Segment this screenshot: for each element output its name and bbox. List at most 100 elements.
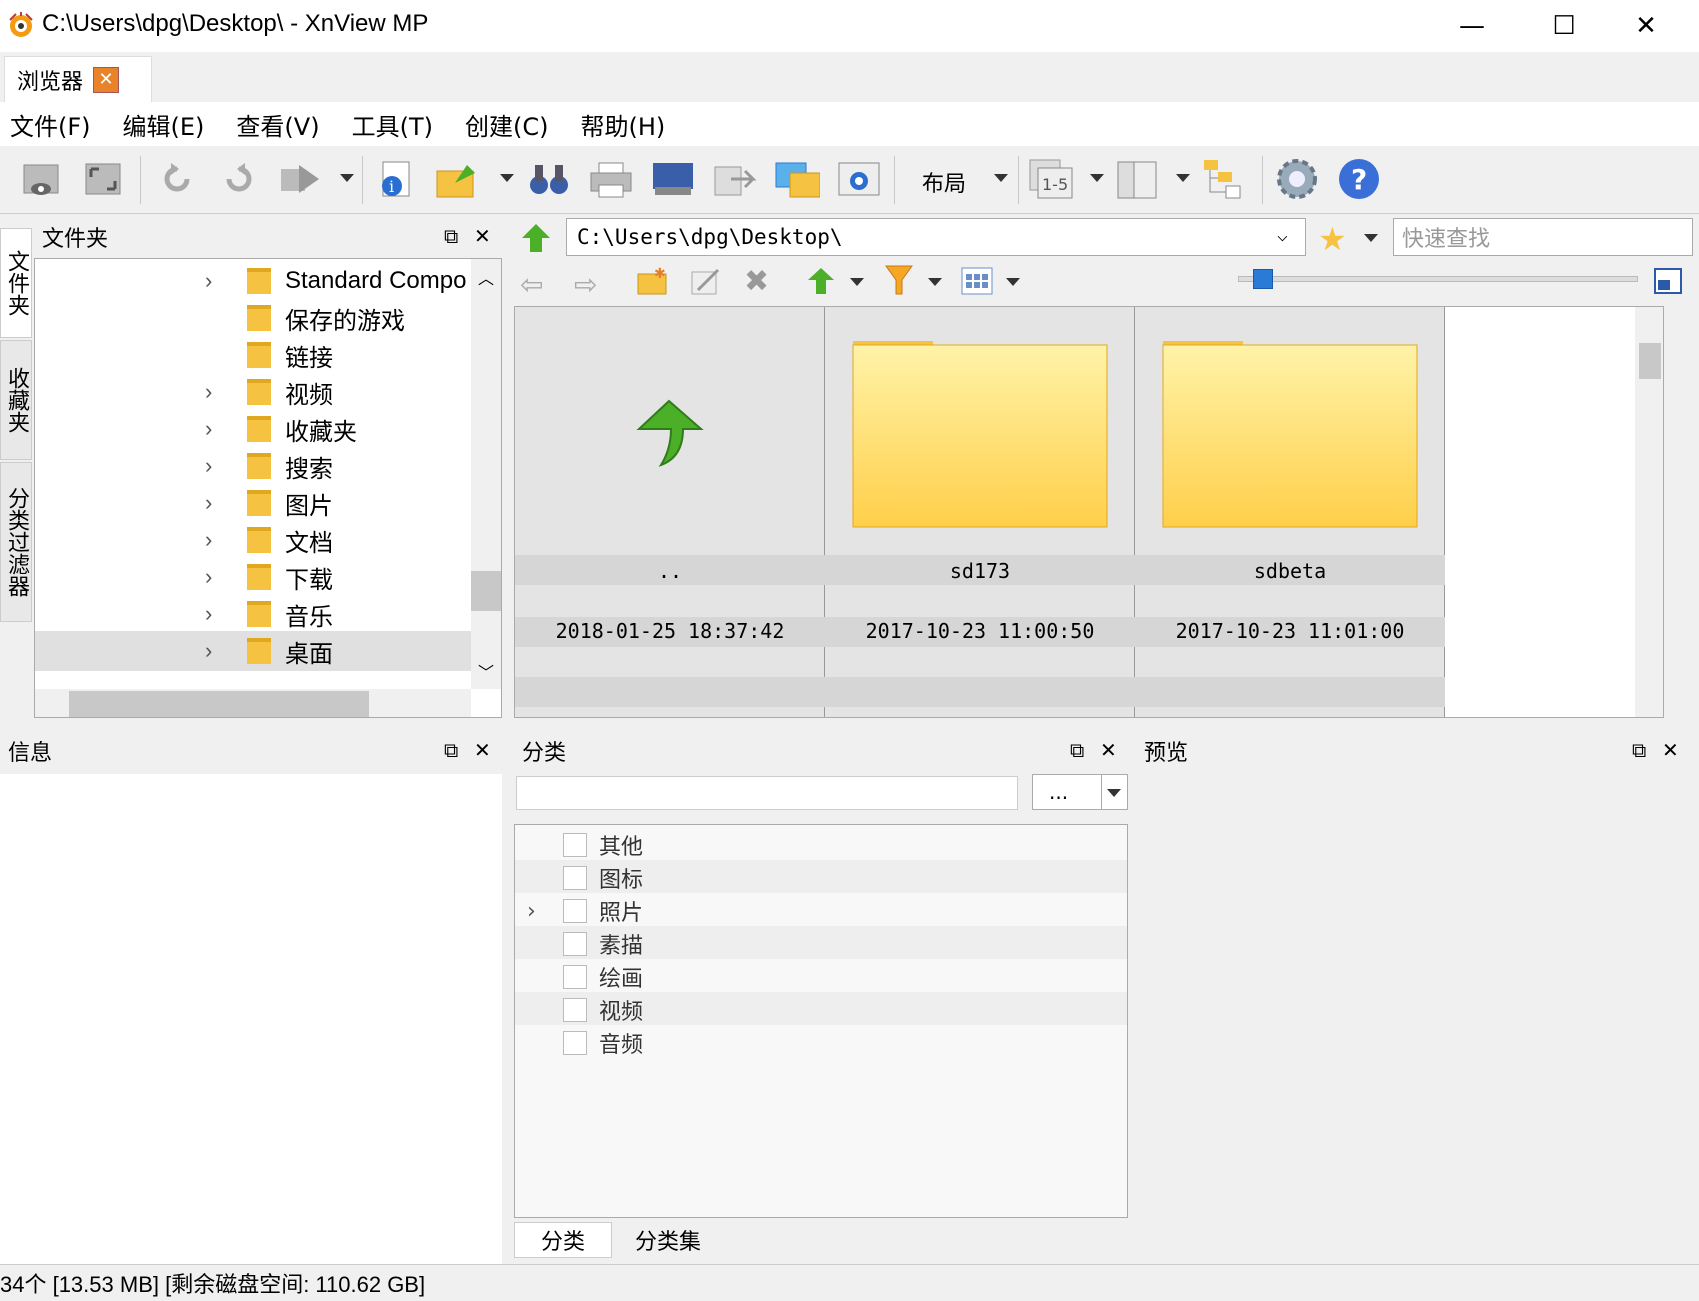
- export-icon[interactable]: [712, 156, 758, 202]
- float-icon[interactable]: ⧉: [444, 738, 458, 762]
- go-up-icon[interactable]: [518, 222, 554, 254]
- menu-help[interactable]: 帮助(H): [580, 107, 665, 142]
- maximize-button[interactable]: ☐: [1518, 0, 1610, 52]
- print-icon[interactable]: [588, 156, 634, 202]
- chevron-right-icon[interactable]: ›: [205, 527, 212, 553]
- favorite-dropdown-icon[interactable]: [1364, 234, 1378, 242]
- menu-view[interactable]: 查看(V): [236, 107, 319, 142]
- transform-icon[interactable]: [278, 156, 324, 202]
- fullscreen-icon[interactable]: [80, 156, 126, 202]
- favorite-star-icon[interactable]: ★: [1318, 220, 1347, 258]
- back-icon[interactable]: ⇦: [520, 268, 543, 301]
- thumbnail-pane[interactable]: .. 2018-01-25 18:37:42 sd173 2017-10-23 …: [514, 306, 1664, 718]
- batch-rename-dropdown-icon[interactable]: [1090, 174, 1104, 182]
- category-checkbox[interactable]: [563, 866, 587, 890]
- binoculars-icon[interactable]: [526, 156, 572, 202]
- category-checkbox[interactable]: [563, 833, 587, 857]
- tree-item[interactable]: › 视频: [35, 372, 475, 412]
- tab-categories[interactable]: 分类: [514, 1222, 612, 1258]
- tree-item[interactable]: › 图片: [35, 483, 475, 523]
- thumbnail-item[interactable]: sd173 2017-10-23 11:00:50: [825, 307, 1135, 717]
- chevron-right-icon[interactable]: ›: [205, 268, 212, 294]
- menu-create[interactable]: 创建(C): [465, 107, 548, 142]
- book-icon[interactable]: [1114, 156, 1160, 202]
- category-checkbox[interactable]: [563, 998, 587, 1022]
- panel-close-icon[interactable]: ✕: [1100, 738, 1117, 762]
- tree-item[interactable]: 链接: [35, 335, 475, 375]
- zoom-slider[interactable]: [1238, 269, 1638, 289]
- transform-dropdown-icon[interactable]: [340, 174, 354, 182]
- category-row[interactable]: 素描: [515, 926, 1127, 962]
- scanner-icon[interactable]: [650, 156, 696, 202]
- settings-icon[interactable]: [1274, 156, 1320, 202]
- layout-dropdown-icon[interactable]: [994, 174, 1008, 182]
- tree-item[interactable]: › 下载: [35, 557, 475, 597]
- address-bar[interactable]: C:\Users\dpg\Desktop\ ⌵: [566, 218, 1306, 256]
- tree-item[interactable]: › 音乐: [35, 594, 475, 634]
- address-dropdown-icon[interactable]: ⌵: [1277, 225, 1288, 246]
- tab-category-sets[interactable]: 分类集: [612, 1222, 724, 1258]
- chevron-right-icon[interactable]: ›: [205, 564, 212, 590]
- book-dropdown-icon[interactable]: [1176, 174, 1190, 182]
- help-icon[interactable]: ?: [1336, 156, 1382, 202]
- category-row[interactable]: 其他: [515, 827, 1127, 863]
- info-icon[interactable]: i: [372, 156, 418, 202]
- tree-item[interactable]: › 文档: [35, 520, 475, 560]
- chevron-right-icon[interactable]: ›: [205, 490, 212, 516]
- thumbnail-item[interactable]: .. 2018-01-25 18:37:42: [515, 307, 825, 717]
- filter-dropdown-icon[interactable]: [928, 278, 942, 286]
- category-row[interactable]: 视频: [515, 992, 1127, 1028]
- panel-close-icon[interactable]: ✕: [1662, 738, 1679, 762]
- float-icon[interactable]: ⧉: [1632, 738, 1646, 762]
- chevron-right-icon[interactable]: ›: [205, 453, 212, 479]
- category-checkbox[interactable]: [563, 899, 587, 923]
- folder-tree[interactable]: › Standard Compo 保存的游戏 链接 › 视频 › 收藏夹 › 搜索 › 图片 › 文档 › 下…: [34, 258, 502, 718]
- quick-search-input[interactable]: 快速查找: [1393, 218, 1693, 256]
- vtab-folders[interactable]: 文件夹: [0, 228, 32, 338]
- rename-icon[interactable]: [690, 266, 722, 300]
- tree-hscroll-thumb[interactable]: [69, 691, 369, 717]
- tab-close-icon[interactable]: ✕: [93, 66, 120, 93]
- category-search-input[interactable]: [516, 776, 1018, 810]
- thumbnail-item[interactable]: sdbeta 2017-10-23 11:01:00: [1135, 307, 1445, 717]
- category-checkbox[interactable]: [563, 932, 587, 956]
- new-folder-icon[interactable]: ✱: [636, 266, 668, 300]
- view-mode-icon[interactable]: [960, 266, 994, 300]
- chevron-right-icon[interactable]: ›: [527, 899, 536, 924]
- chevron-right-icon[interactable]: ›: [205, 638, 212, 664]
- tree-scroll-thumb[interactable]: [471, 571, 501, 611]
- forward-icon[interactable]: ⇨: [574, 268, 597, 301]
- category-list[interactable]: 其他 图标 › 照片 素描 绘画 视频 音频: [514, 824, 1128, 1218]
- scroll-up-icon[interactable]: ︿: [478, 265, 494, 289]
- chevron-right-icon[interactable]: ›: [205, 416, 212, 442]
- capture-icon[interactable]: [836, 156, 882, 202]
- tree-item[interactable]: › Standard Compo: [35, 261, 475, 301]
- menu-tools[interactable]: 工具(T): [352, 107, 433, 142]
- category-checkbox[interactable]: [563, 965, 587, 989]
- rotate-right-icon[interactable]: [216, 156, 262, 202]
- refresh-icon[interactable]: [804, 266, 838, 300]
- category-row[interactable]: 图标: [515, 860, 1127, 896]
- menu-edit[interactable]: 编辑(E): [123, 107, 205, 142]
- rotate-left-icon[interactable]: [154, 156, 200, 202]
- category-checkbox[interactable]: [563, 1031, 587, 1055]
- batch-rename-icon[interactable]: 1-5: [1028, 156, 1074, 202]
- tree-vertical-scrollbar[interactable]: ︿ ﹀: [471, 259, 501, 689]
- tree-item[interactable]: 保存的游戏: [35, 298, 475, 338]
- panel-close-icon[interactable]: ✕: [474, 224, 491, 248]
- category-options-button[interactable]: ...: [1032, 774, 1128, 810]
- zoom-slider-handle[interactable]: [1253, 269, 1273, 289]
- open-with-dropdown-icon[interactable]: [500, 174, 514, 182]
- thumbs-vertical-scrollbar[interactable]: [1635, 307, 1663, 717]
- float-icon[interactable]: ⧉: [1070, 738, 1084, 762]
- tree-horizontal-scrollbar[interactable]: [35, 689, 471, 717]
- view-icon[interactable]: [18, 156, 64, 202]
- layout-button[interactable]: 布局: [922, 166, 966, 198]
- scroll-down-icon[interactable]: ﹀: [478, 659, 494, 683]
- panel-close-icon[interactable]: ✕: [474, 738, 491, 762]
- chevron-right-icon[interactable]: ›: [205, 601, 212, 627]
- tab-browser[interactable]: 浏览器 ✕: [4, 56, 152, 102]
- tree-item[interactable]: › 收藏夹: [35, 409, 475, 449]
- convert-icon[interactable]: [774, 156, 820, 202]
- category-row[interactable]: › 照片: [515, 893, 1127, 929]
